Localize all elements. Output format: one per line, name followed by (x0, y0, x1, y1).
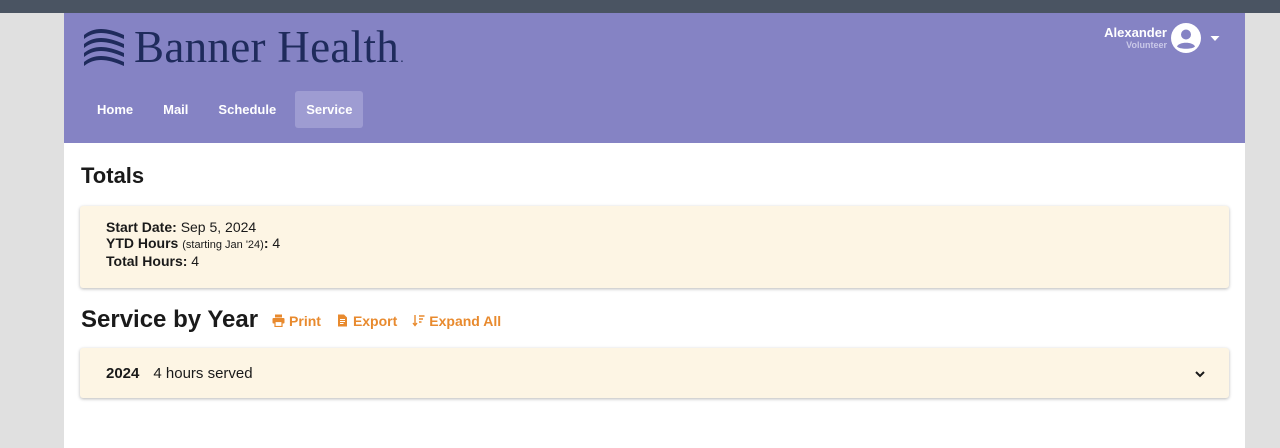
total-hours-label: Total Hours: (106, 253, 188, 269)
nav-service[interactable]: Service (295, 91, 364, 128)
expand-all-button[interactable]: Expand All (412, 313, 501, 329)
banner-waves-icon (84, 29, 124, 66)
export-label: Export (352, 312, 398, 329)
browser-top-bar (0, 0, 1280, 13)
service-by-year-heading: Service by Year (81, 306, 259, 333)
nav-schedule[interactable]: Schedule (207, 91, 287, 128)
hours-served: 4 hours served (153, 364, 253, 382)
sort-expand-icon (412, 315, 425, 327)
ytd-hours-note: (starting Jan '24) (182, 239, 264, 251)
main-nav: Home Mail Schedule Service (86, 91, 364, 128)
user-info: Alexander Volunteer (1104, 26, 1167, 50)
account-circle-icon[interactable] (1171, 23, 1201, 53)
expand-all-label: Expand All (429, 312, 502, 329)
caret-down-icon[interactable] (1209, 32, 1221, 44)
ytd-hours-colon: : (263, 235, 269, 251)
year-label: 2024 (106, 364, 140, 382)
brand-name: Banner Health (134, 22, 400, 72)
brand-logo[interactable]: Banner Health. (80, 19, 404, 75)
site-header: Banner Health. Alexander Volunteer Home … (64, 13, 1245, 143)
start-date-label: Start Date: (106, 219, 177, 235)
print-label: Print (289, 312, 321, 329)
file-export-icon (337, 314, 347, 327)
print-button[interactable]: Print (272, 313, 321, 329)
user-name: Alexander (1104, 25, 1167, 40)
year-row-2024[interactable]: 2024 4 hours served (80, 348, 1229, 398)
ytd-hours-label: YTD Hours (106, 235, 179, 251)
start-date-value: Sep 5, 2024 (180, 219, 257, 235)
export-button[interactable]: Export (336, 313, 397, 329)
nav-home[interactable]: Home (86, 91, 144, 128)
start-date-line: Start Date: Sep 5, 2024 (106, 219, 1203, 235)
totals-card: Start Date: Sep 5, 2024 YTD Hours (start… (80, 206, 1229, 288)
user-role: Volunteer (1126, 40, 1167, 50)
totals-heading: Totals (81, 163, 145, 188)
brand-mark: . (400, 49, 404, 65)
ytd-hours-line: YTD Hours (starting Jan '24): 4 (106, 235, 1203, 253)
total-hours-value: 4 (191, 253, 200, 269)
chevron-down-icon[interactable] (1193, 367, 1207, 381)
page-container: Banner Health. Alexander Volunteer Home … (64, 13, 1245, 448)
service-by-year-header: Service by Year Print Export Expand All (81, 306, 516, 334)
printer-icon (272, 314, 285, 327)
user-menu[interactable]: Alexander Volunteer (1104, 23, 1221, 53)
total-hours-line: Total Hours: 4 (106, 253, 1203, 269)
nav-mail[interactable]: Mail (152, 91, 199, 128)
ytd-hours-value: 4 (272, 235, 281, 251)
